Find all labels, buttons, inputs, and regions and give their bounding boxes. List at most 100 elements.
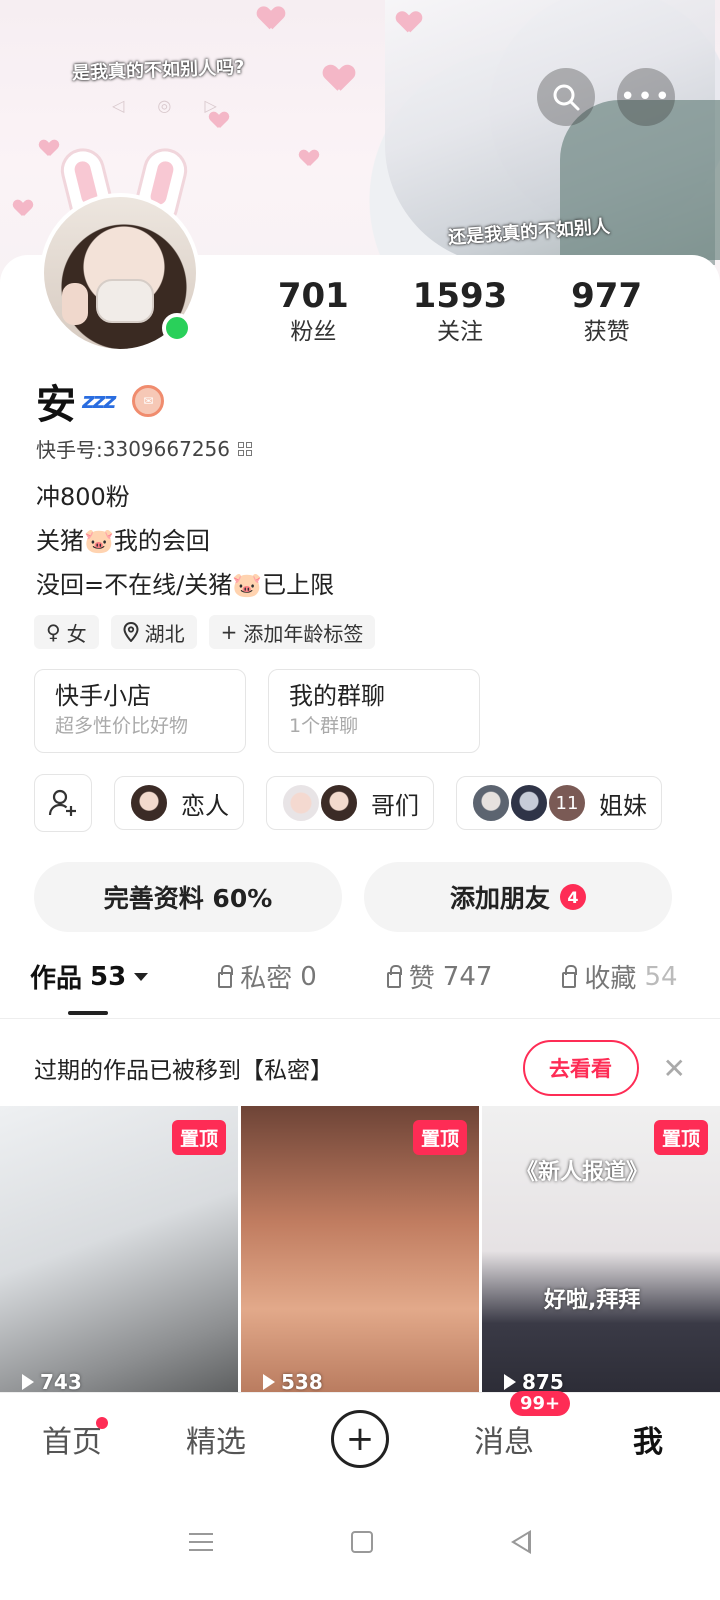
tab-private[interactable]: 私密 0 [218, 958, 317, 995]
stat-label: 关注 [436, 319, 483, 345]
card-group-chat[interactable]: 我的群聊 1个群聊 [268, 669, 480, 753]
gender-icon: ♀ [46, 620, 61, 644]
play-count: 743 [22, 1370, 82, 1394]
menu-icon[interactable] [189, 1533, 213, 1551]
complete-profile-label: 完善资料 60% [103, 884, 273, 913]
nav-label: 首页 [42, 1424, 102, 1460]
relation-avatar [319, 783, 359, 823]
home-icon[interactable] [351, 1531, 373, 1553]
add-friends-button[interactable]: 添加朋友 4 [364, 862, 672, 932]
card-title: 我的群聊 [289, 682, 385, 710]
card-title: 快手小店 [55, 682, 151, 710]
tag-label: 湖北 [144, 621, 185, 646]
tab-label: 私密 [240, 964, 293, 994]
profile-stats: 701 粉丝 1593 关注 977 获赞 [240, 276, 680, 348]
relation-bros[interactable]: 哥们 [266, 776, 434, 830]
more-icon: ••• [619, 82, 672, 112]
tab-label: 收藏 [584, 964, 637, 994]
heart-decoration [397, 12, 420, 33]
stat-value: 1593 [412, 276, 508, 316]
tag-label: 添加年龄标签 [243, 621, 364, 646]
play-icon [22, 1374, 34, 1390]
tag-add-age[interactable]: + 添加年龄标签 [208, 615, 376, 649]
stat-value: 701 [277, 276, 349, 316]
avatar-mask [96, 279, 154, 323]
tag-location[interactable]: 湖北 [110, 615, 197, 649]
stat-label: 获赞 [583, 319, 630, 345]
nav-create[interactable]: + [288, 1409, 432, 1468]
banner-lyric-top: 是我真的不如别人吗? [71, 56, 245, 85]
video-thumbnail[interactable]: 置顶 743 [0, 1106, 238, 1396]
play-icon [504, 1374, 516, 1390]
expired-works-notice: 过期的作品已被移到【私密】 去看看 ✕ [0, 1030, 720, 1106]
message-count-badge: 99+ [510, 1390, 571, 1416]
profile-page: 是我真的不如别人吗? ◁ ◎ ▷ 还是我真的不如别人 ••• 701 粉丝 15… [0, 0, 720, 1600]
lock-icon [562, 964, 578, 988]
profile-name-row: 安 zzz ✉ [36, 372, 165, 430]
tab-works[interactable]: 作品 53 [30, 958, 149, 995]
tab-count: 0 [300, 961, 317, 992]
relations-row: 恋人 哥们 11 姐妹 [34, 774, 662, 832]
video-grid: 置顶 743 置顶 538 置顶 《新人报道》 好啦,拜拜 875 [0, 1106, 720, 1396]
play-count: 538 [263, 1370, 323, 1394]
tab-liked[interactable]: 赞 747 [386, 958, 492, 995]
chevron-down-icon [134, 972, 149, 981]
heart-decoration [300, 150, 318, 166]
relation-avatar [509, 783, 549, 823]
stat-followers[interactable]: 701 粉丝 [263, 276, 363, 348]
nav-home[interactable]: 首页 [0, 1416, 144, 1461]
video-title: 《新人报道》 [516, 1160, 649, 1185]
active-tab-indicator [68, 1011, 108, 1015]
close-icon[interactable]: ✕ [663, 1052, 686, 1085]
nav-label: 我 [633, 1424, 663, 1460]
add-relation-button[interactable] [34, 774, 92, 832]
relation-lover[interactable]: 恋人 [114, 776, 244, 830]
more-button[interactable]: ••• [617, 68, 675, 126]
go-view-button[interactable]: 去看看 [522, 1040, 639, 1096]
search-button[interactable] [537, 68, 595, 126]
relation-more-count: 11 [547, 783, 587, 823]
profile-name: 安 [36, 382, 76, 428]
bottom-nav: 首页 精选 + 消息 99+ 我 [0, 1390, 720, 1484]
divider [0, 1018, 720, 1019]
card-kuaishou-shop[interactable]: 快手小店 超多性价比好物 [34, 669, 246, 753]
relation-sisters[interactable]: 11 姐妹 [456, 776, 662, 830]
relation-label: 哥们 [371, 791, 419, 820]
stat-likes[interactable]: 977 获赞 [557, 276, 657, 348]
nav-me[interactable]: 我 [576, 1417, 720, 1461]
back-icon[interactable] [511, 1530, 531, 1554]
stat-following[interactable]: 1593 关注 [410, 276, 510, 348]
video-thumbnail[interactable]: 置顶 538 [241, 1106, 479, 1396]
complete-profile-button[interactable]: 完善资料 60% [34, 862, 342, 932]
play-count-value: 538 [281, 1370, 323, 1394]
profile-cards: 快手小店 超多性价比好物 我的群聊 1个群聊 [34, 669, 480, 753]
heart-decoration [40, 140, 58, 156]
add-friends-label: 添加朋友 [449, 884, 550, 913]
plus-icon: + [331, 1409, 389, 1468]
bio-line: 冲800粉 [36, 483, 130, 511]
qr-code-icon[interactable] [238, 441, 252, 456]
video-thumbnail[interactable]: 置顶 《新人报道》 好啦,拜拜 875 [482, 1106, 720, 1396]
heart-decoration [325, 65, 354, 91]
relation-avatar [129, 783, 169, 823]
lock-icon [386, 964, 402, 988]
tag-gender[interactable]: ♀ 女 [34, 615, 99, 649]
nav-featured[interactable]: 精选 [144, 1417, 288, 1461]
tag-label: 女 [66, 621, 87, 646]
nav-label: 消息 [474, 1424, 534, 1460]
add-friends-badge: 4 [560, 884, 586, 910]
pinned-badge: 置顶 [653, 1120, 708, 1155]
tab-label: 作品 [30, 964, 83, 994]
kuaishou-id-label: 快手号: [36, 438, 103, 462]
medal-icon[interactable]: ✉ [132, 385, 165, 417]
kuaishou-id-row[interactable]: 快手号: 3309667256 [36, 434, 252, 463]
nav-messages[interactable]: 消息 99+ [432, 1390, 576, 1461]
notification-dot [96, 1416, 108, 1429]
tab-count: 53 [90, 961, 127, 992]
avatar-hand [62, 283, 88, 325]
heart-decoration [258, 7, 283, 29]
system-nav-bar [0, 1484, 720, 1600]
plus-icon: + [220, 620, 238, 644]
tab-favorites[interactable]: 收藏 54 [562, 958, 678, 995]
tab-count: 54 [644, 961, 678, 992]
